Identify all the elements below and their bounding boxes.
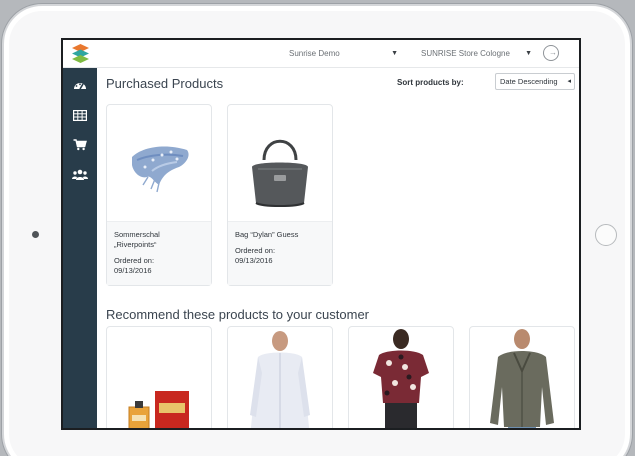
product-image bbox=[228, 105, 332, 222]
recommended-product-card[interactable] bbox=[227, 326, 333, 428]
app-logo-icon bbox=[72, 44, 89, 63]
scarf-image bbox=[132, 146, 189, 193]
tshirt-image bbox=[373, 329, 429, 428]
sort-select[interactable]: Date Descending ◂ bbox=[495, 73, 575, 90]
perfume-image bbox=[128, 391, 189, 428]
sidebar-item-table[interactable] bbox=[70, 105, 90, 125]
jacket-image bbox=[490, 329, 554, 428]
ordered-on-date: 09/13/2016 bbox=[114, 266, 152, 275]
product-info: Bag “Dylan” Guess Ordered on: 09/13/2016 bbox=[228, 222, 332, 285]
customer-select-value: Sunrise Demo bbox=[289, 49, 340, 58]
recommended-product-card[interactable] bbox=[106, 326, 212, 428]
table-icon bbox=[73, 109, 87, 121]
customer-select[interactable]: Sunrise Demo ▼ bbox=[285, 45, 401, 63]
sidebar bbox=[63, 68, 97, 428]
sidebar-item-dashboard[interactable] bbox=[70, 75, 90, 95]
purchased-product-card[interactable]: Sommerschal „Riverpoints“ Ordered on: 09… bbox=[106, 104, 212, 286]
product-info: Sommerschal „Riverpoints“ Ordered on: 09… bbox=[107, 222, 211, 285]
store-select[interactable]: SUNRISE Store Cologne ▼ bbox=[417, 45, 535, 63]
ordered-on-label: Ordered on: bbox=[235, 246, 276, 255]
store-select-value: SUNRISE Store Cologne bbox=[421, 49, 510, 58]
product-name: Sommerschal bbox=[114, 230, 160, 239]
sidebar-item-customers[interactable] bbox=[70, 165, 90, 185]
logout-icon[interactable]: → bbox=[543, 45, 559, 61]
tablet-home-button[interactable] bbox=[595, 224, 617, 246]
select-arrows-icon: ◂ bbox=[567, 78, 571, 85]
main-content: Purchased Products Sort products by: Dat… bbox=[97, 68, 579, 428]
sort-select-value: Date Descending bbox=[500, 77, 558, 86]
chevron-down-icon: ▼ bbox=[525, 50, 532, 57]
ordered-on-label: Ordered on: bbox=[114, 256, 155, 265]
recommend-section-title: Recommend these products to your custome… bbox=[106, 307, 370, 322]
purchased-product-card[interactable]: Bag “Dylan” Guess Ordered on: 09/13/2016 bbox=[227, 104, 333, 286]
sidebar-item-cart[interactable] bbox=[70, 135, 90, 155]
cart-icon bbox=[73, 139, 87, 151]
tablet-camera bbox=[32, 231, 39, 238]
product-name: Bag “Dylan” Guess bbox=[235, 230, 299, 239]
recommended-product-card[interactable] bbox=[348, 326, 454, 428]
product-image bbox=[107, 105, 211, 222]
top-bar: Sunrise Demo ▼ SUNRISE Store Cologne ▼ → bbox=[63, 40, 579, 68]
product-name-line2: „Riverpoints“ bbox=[114, 240, 157, 249]
recommended-product-card[interactable] bbox=[469, 326, 575, 428]
sort-label: Sort products by: bbox=[397, 78, 464, 87]
page-title: Purchased Products bbox=[106, 76, 224, 91]
chevron-down-icon: ▼ bbox=[391, 50, 398, 57]
ordered-on-date: 09/13/2016 bbox=[235, 256, 273, 265]
app-screen: Sunrise Demo ▼ SUNRISE Store Cologne ▼ → bbox=[61, 38, 581, 430]
shirt-image bbox=[250, 331, 310, 428]
customers-icon bbox=[72, 169, 88, 180]
bag-image bbox=[252, 139, 308, 207]
dashboard-icon bbox=[74, 83, 86, 90]
